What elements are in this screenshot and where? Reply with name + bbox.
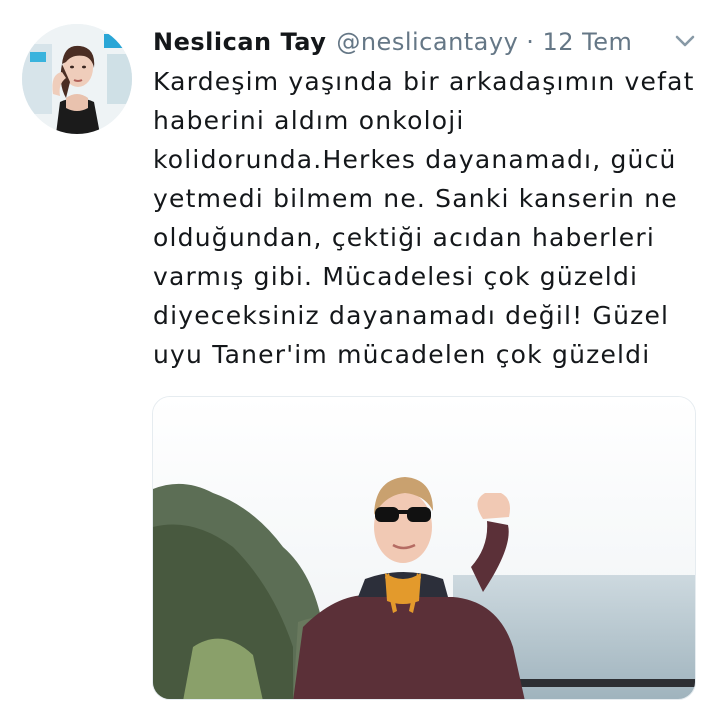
tweet-text-line: kolidorunda.Herkes dayanamadı, gücü	[153, 145, 677, 174]
tweet-text-line: yetmedi bilmem ne. Sanki kanserin ne	[153, 184, 678, 213]
tweet-text-line: diyeceksiniz dayanamadı değil! Güzel	[153, 301, 670, 330]
chevron-down-icon[interactable]	[672, 30, 698, 52]
tweet-card: Neslican Tay @neslicantayy · 12 Tem Kard…	[0, 0, 720, 712]
avatar[interactable]	[22, 24, 132, 134]
tweet-date[interactable]: 12 Tem	[542, 28, 632, 56]
author-handle[interactable]: @neslicantayy	[336, 28, 518, 56]
author-display-name[interactable]: Neslican Tay	[153, 28, 326, 56]
tweet-text-line: uyu Taner'im mücadelen çok güzeldi	[153, 340, 651, 369]
tweet-text-line: olduğundan, çektiği acıdan haberleri	[153, 223, 655, 252]
tweet-header: Neslican Tay @neslicantayy · 12 Tem	[153, 22, 673, 62]
tweet-photo[interactable]	[152, 396, 696, 700]
tweet-text-line: Kardeşim yaşında bir arkadaşımın vefat	[153, 67, 695, 96]
tweet-text: Kardeşim yaşında bir arkadaşımın vefat h…	[153, 62, 693, 374]
header-separator: ·	[526, 28, 535, 56]
tweet-text-line: varmış gibi. Mücadelesi çok güzeldi	[153, 262, 639, 291]
tweet-text-line: haberini aldım onkoloji	[153, 106, 465, 135]
